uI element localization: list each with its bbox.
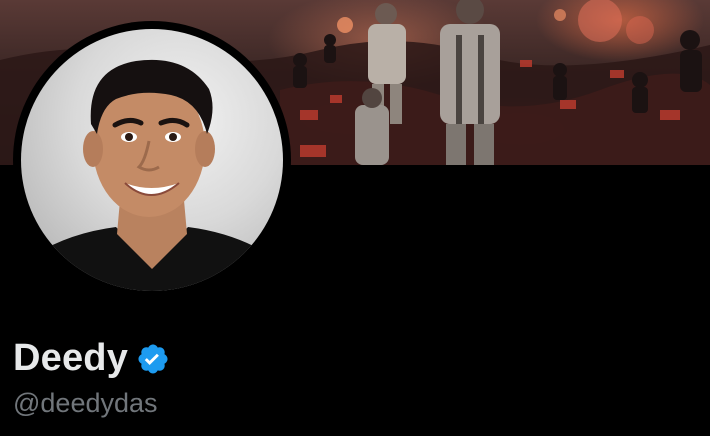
profile-handle: @deedydas [13, 388, 158, 418]
avatar-photo [21, 29, 283, 291]
verified-badge-icon[interactable] [136, 342, 170, 376]
profile-name-row: Deedy [13, 333, 170, 383]
profile-avatar[interactable] [13, 21, 291, 299]
display-name: Deedy [13, 337, 129, 379]
